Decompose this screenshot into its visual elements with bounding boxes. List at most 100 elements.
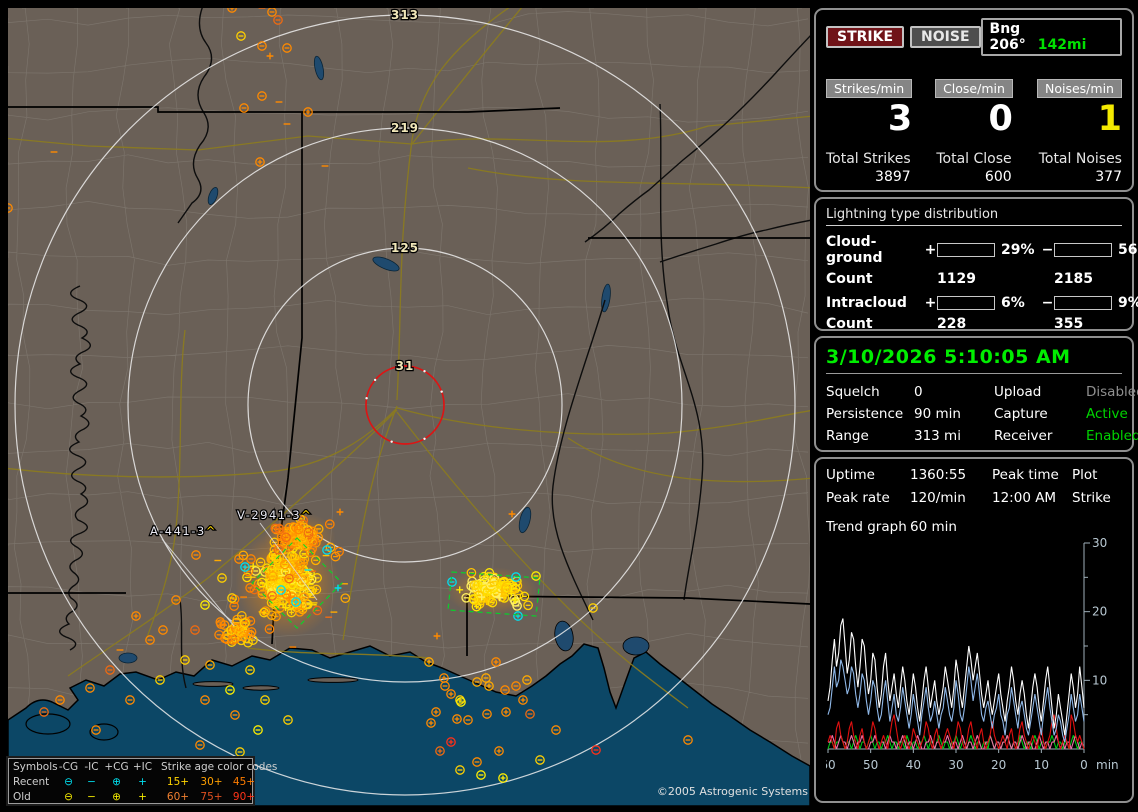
uptime-label: Uptime	[826, 467, 910, 483]
x-tick-label: 50	[863, 758, 878, 772]
mode-button-row: STRIKE NOISE Bng 206°142mi	[826, 18, 1122, 56]
plus-sign: +	[924, 242, 937, 258]
noise-button[interactable]: NOISE	[910, 26, 980, 48]
negative-count: 355	[1054, 316, 1122, 332]
ring-tick-dot	[423, 370, 425, 372]
distribution-row: Intracloud+6%−9%	[826, 295, 1122, 311]
legend-symbols-label: Symbols	[13, 760, 57, 775]
legend-symbol-icon: ⊖	[57, 790, 80, 805]
peak-time-label: Peak time	[992, 467, 1072, 483]
positive-bar	[937, 243, 995, 257]
distribution-row: Cloud-ground+29%−56%	[826, 234, 1122, 266]
ring-tick-dot	[365, 397, 367, 399]
strikes-per-min: Strikes/min 3	[826, 78, 925, 138]
total-noises-label: Total Noises	[1039, 151, 1122, 167]
storm-cell-label: V-2941-3^	[237, 508, 312, 522]
y-tick-label: 10	[1092, 673, 1107, 687]
app-window: { "panel": { "buttons": { "strike": "STR…	[0, 0, 1138, 812]
receiver-label: Receiver	[994, 428, 1086, 444]
positive-bar	[937, 296, 995, 310]
ring-tick-dot	[390, 440, 392, 442]
positive-percent: 29%	[995, 242, 1041, 258]
copyright-text: ©2005 Astrogenic Systems	[657, 785, 808, 798]
plot-label: Plot	[1072, 467, 1122, 483]
strikes-per-min-value: 3	[826, 101, 912, 138]
positive-count: 228	[937, 316, 1041, 332]
negative-bar	[1054, 243, 1112, 257]
total-strikes-label: Total Strikes	[826, 151, 911, 167]
total-close-label: Total Close	[936, 151, 1011, 167]
positive-count: 1129	[937, 271, 1041, 287]
legend-symbol-icon: −	[80, 775, 103, 790]
x-tick-label: 60	[826, 758, 836, 772]
legend-age-code: 30+	[195, 775, 228, 790]
legend-symbol-icon: ⊕	[103, 775, 130, 790]
noises-per-min: Noises/min 1	[1023, 78, 1122, 138]
bearing-value: Bng 206°	[990, 21, 1026, 53]
close-per-min-value: 0	[935, 101, 1013, 138]
total-noises-value: 377	[1039, 169, 1122, 185]
counters-panel: STRIKE NOISE Bng 206°142mi Strikes/min 3…	[814, 8, 1134, 192]
peak-rate-value: 120/min	[910, 490, 992, 506]
total-strikes-value: 3897	[826, 169, 911, 185]
persistence-value: 90 min	[914, 406, 994, 422]
status-sidebar: STRIKE NOISE Bng 206°142mi Strikes/min 3…	[814, 8, 1134, 808]
capture-value: Active	[1086, 406, 1138, 422]
capture-label: Capture	[994, 406, 1086, 422]
legend-age-code: 75+	[195, 790, 228, 805]
bearing-readout: Bng 206°142mi	[981, 18, 1122, 56]
map-canvas: 31321912531V-2941-3^A-441-3^©2005 Astrog…	[8, 8, 810, 806]
receiver-status-grid: Squelch 0 Upload Disabled Persistence 90…	[826, 384, 1122, 444]
radar-map[interactable]: 31321912531V-2941-3^A-441-3^©2005 Astrog…	[8, 8, 810, 806]
trend-graph-label: Trend graph	[826, 519, 910, 535]
ring-label-125: 125	[391, 241, 419, 255]
upload-label: Upload	[994, 384, 1086, 400]
range-value: 313 mi	[914, 428, 994, 444]
totals-row: Total Strikes 3897 Total Close 600 Total…	[826, 151, 1122, 185]
upload-value: Disabled	[1086, 384, 1138, 400]
legend-age-code: 15+	[161, 775, 195, 790]
legend-col-header: +IC	[130, 760, 155, 775]
count-row: Count11292185	[826, 271, 1122, 287]
uptime-value: 1360:55	[910, 467, 992, 483]
legend-symbol-icon: ⊖	[57, 775, 80, 790]
squelch-value: 0	[914, 384, 994, 400]
noises-per-min-label[interactable]: Noises/min	[1037, 79, 1122, 98]
ring-tick-dot	[374, 379, 376, 381]
ring-label-313: 313	[391, 8, 419, 22]
legend-col-header: +CG	[103, 760, 130, 775]
legend-age-code: 60+	[161, 790, 195, 805]
legend-header: Symbols-CG-IC+CG+ICStrike age color code…	[13, 760, 252, 775]
noises-per-min-value: 1	[1037, 101, 1122, 138]
legend-row-label: Old	[13, 790, 57, 805]
legend-symbol-icon: +	[130, 775, 155, 790]
minus-sign: −	[1041, 295, 1054, 311]
strikes-per-min-label[interactable]: Strikes/min	[826, 79, 912, 98]
y-tick-label: 20	[1092, 605, 1107, 619]
negative-percent: 56%	[1112, 242, 1138, 258]
receiver-value: Enabled	[1086, 428, 1138, 444]
count-label: Count	[826, 316, 924, 332]
distribution-rows: Cloud-ground+29%−56% Count11292185 Intracl…	[826, 234, 1122, 332]
y-tick-label: 30	[1092, 537, 1107, 550]
strike-button[interactable]: STRIKE	[826, 26, 904, 48]
close-per-min-label[interactable]: Close/min	[935, 79, 1013, 98]
plus-sign: +	[924, 295, 937, 311]
trend-graph-window: 60 min	[910, 519, 1122, 535]
trend-panel: Uptime 1360:55 Peak time Plot Peak rate …	[814, 457, 1134, 803]
x-tick-label: 0	[1080, 758, 1088, 772]
legend-row-label: Recent	[13, 775, 57, 790]
distribution-panel: Lightning type distribution Cloud-ground…	[814, 197, 1134, 331]
peak-time-value: 12:00 AM	[992, 490, 1072, 506]
strike-legend: Symbols-CG-IC+CG+ICStrike age color code…	[8, 758, 253, 804]
x-axis-unit: min	[1096, 758, 1119, 772]
persistence-label: Persistence	[826, 406, 914, 422]
clock-status-panel: 3/10/2026 5:10:05 AM Squelch 0 Upload Di…	[814, 336, 1134, 452]
legend-col-header: -IC	[80, 760, 103, 775]
series-total	[828, 619, 1084, 736]
date-time: 3/10/2026 5:10:05 AM	[826, 346, 1122, 374]
legend-col-header: -CG	[57, 760, 80, 775]
x-tick-label: 20	[991, 758, 1006, 772]
x-tick-label: 40	[906, 758, 921, 772]
peak-rate-label: Peak rate	[826, 490, 910, 506]
